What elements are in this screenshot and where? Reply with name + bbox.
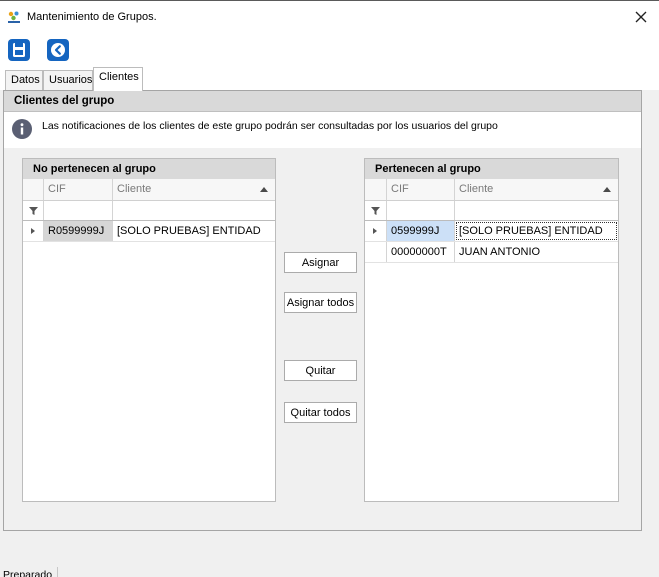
filter-input-cif[interactable] [44,201,113,220]
grid-header-row: CIF Cliente [365,179,618,201]
cell-cif[interactable]: R0599999J [44,221,113,241]
app-logo-icon [8,11,20,23]
remove-all-button[interactable]: Quitar todos [284,402,357,423]
assign-button[interactable]: Asignar [284,252,357,273]
window-top-border [0,0,659,1]
filter-input-cliente[interactable] [113,201,275,220]
status-bar [0,567,659,577]
status-text: Preparado [3,569,53,577]
cell-cliente[interactable]: [SOLO PRUEBAS] ENTIDAD [455,221,618,241]
window-title: Mantenimiento de Grupos. [27,11,157,23]
info-bar: Las notificaciones de los clientes de es… [4,112,641,148]
filter-row [365,201,618,221]
column-header-cif[interactable]: CIF [387,179,455,200]
filter-icon-cell [365,201,387,220]
remove-button[interactable]: Quitar [284,360,357,381]
filter-icon-cell [23,201,44,220]
cell-cliente[interactable]: [SOLO PRUEBAS] ENTIDAD [113,221,275,241]
column-header-cliente[interactable]: Cliente [113,179,275,200]
tab-usuarios[interactable]: Usuarios [43,70,93,90]
toolbar [0,32,659,68]
cell-cif[interactable]: 0599999J [387,221,455,241]
table-row[interactable]: R0599999J [SOLO PRUEBAS] ENTIDAD [23,221,275,242]
status-separator [57,567,58,577]
filter-row [23,201,275,221]
close-icon[interactable] [633,9,649,25]
sort-ascending-icon [260,187,268,192]
sort-ascending-icon [603,187,611,192]
filter-input-cliente[interactable] [455,201,618,220]
row-indicator [365,221,387,241]
column-header-cliente-label: Cliente [459,183,494,195]
filter-input-cif[interactable] [387,201,455,220]
title-bar: Mantenimiento de Grupos. [0,0,659,32]
grid-no-pertenecen: No pertenecen al grupo CIF Cliente R0599… [22,158,276,502]
table-row[interactable]: 00000000T JUAN ANTONIO [365,242,618,263]
column-header-cliente[interactable]: Cliente [455,179,618,200]
tab-clientes[interactable]: Clientes [93,67,143,91]
row-indicator-header [23,179,44,200]
save-icon[interactable] [7,38,31,62]
grid-pertenecen: Pertenecen al grupo CIF Cliente 0599999J… [364,158,619,502]
cell-cliente[interactable]: JUAN ANTONIO [455,242,618,262]
filter-funnel-icon [29,207,38,215]
back-arrow-icon[interactable] [46,38,70,62]
table-row[interactable]: 0599999J [SOLO PRUEBAS] ENTIDAD [365,221,618,242]
row-pointer-icon [31,228,35,234]
info-text: Las notificaciones de los clientes de es… [42,120,498,132]
cell-cif[interactable]: 00000000T [387,242,455,262]
row-indicator [23,221,44,241]
row-indicator-header [365,179,387,200]
grid-title-right: Pertenecen al grupo [365,159,618,179]
group-header: Clientes del grupo [4,91,641,112]
grid-header-row: CIF Cliente [23,179,275,201]
row-pointer-icon [373,228,377,234]
tab-datos[interactable]: Datos [5,70,43,90]
assign-all-button[interactable]: Asignar todos [284,292,357,313]
grid-title-left: No pertenecen al grupo [23,159,275,179]
column-header-cliente-label: Cliente [117,183,152,195]
row-indicator [365,242,387,262]
info-icon [12,119,32,139]
filter-funnel-icon [371,207,380,215]
column-header-cif[interactable]: CIF [44,179,113,200]
